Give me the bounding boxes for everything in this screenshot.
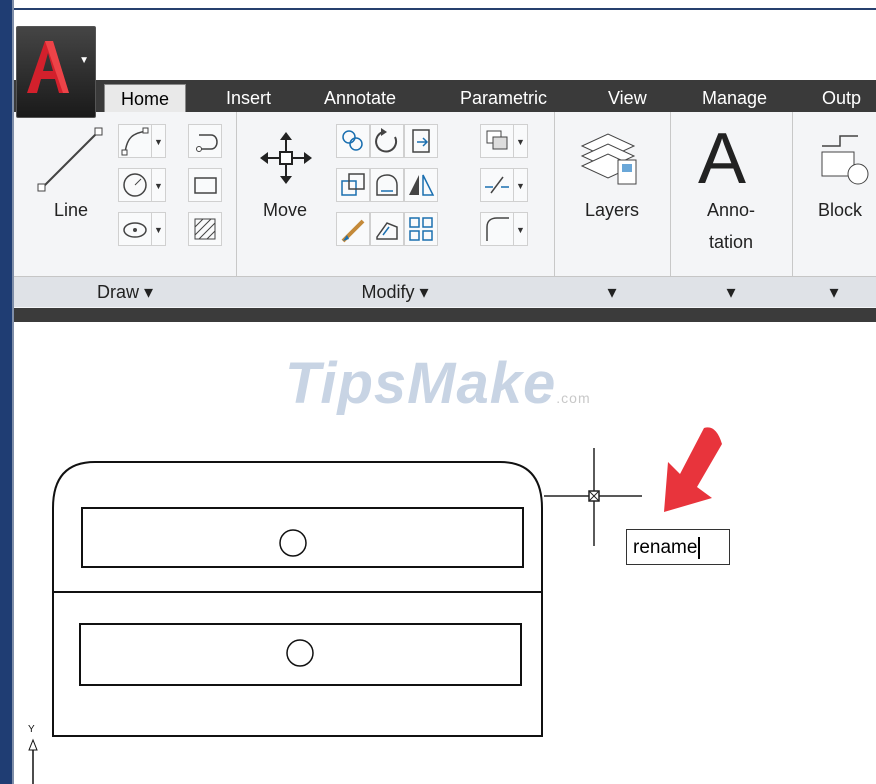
tab-manage[interactable]: Manage (702, 84, 767, 112)
array-icon (409, 217, 433, 241)
dresser-outline (52, 461, 543, 737)
scale-button[interactable] (336, 212, 370, 246)
tab-parametric[interactable]: Parametric (460, 84, 547, 112)
mirror-button[interactable] (404, 168, 438, 202)
rectangle-icon (194, 177, 217, 194)
draw-panel-title: Draw (96, 282, 139, 302)
drawing-geometry: Y (28, 427, 722, 784)
draw-panel-footer[interactable]: Draw ▾ (14, 276, 236, 307)
trim-icon (412, 129, 430, 153)
block-panel-footer[interactable]: ▾ (792, 276, 876, 307)
ellipse-button[interactable] (118, 212, 152, 246)
tab-view[interactable]: View (608, 84, 647, 112)
polyline-button[interactable] (118, 124, 152, 158)
draworder-button[interactable] (480, 124, 514, 158)
move-tool-icon (260, 132, 312, 184)
hatch-button[interactable] (188, 212, 222, 246)
ucs-icon (28, 738, 38, 784)
rotate-button[interactable] (370, 124, 404, 158)
spline-button[interactable] (188, 124, 222, 158)
dynamic-input-field[interactable]: rename (626, 529, 730, 565)
ellipse-icon (123, 222, 147, 238)
layers-panel-footer[interactable]: ▾ (554, 276, 670, 307)
modify-panel-footer[interactable]: Modify ▾ (236, 276, 554, 307)
modify-panel-title: Modify (361, 282, 415, 302)
break-button[interactable] (480, 168, 514, 202)
trim-button[interactable] (404, 124, 438, 158)
layers-icon (580, 133, 637, 185)
array-button[interactable] (404, 212, 438, 246)
ellipse-dropdown-icon[interactable]: ▼ (152, 212, 166, 246)
copy-button[interactable] (336, 124, 370, 158)
tab-insert[interactable]: Insert (226, 84, 271, 112)
rotate-icon (375, 128, 398, 153)
chevron-down-icon: ▾ (829, 282, 839, 302)
fillet-button[interactable] (370, 168, 404, 202)
command-input-text: rename (633, 537, 698, 558)
block-icon (821, 135, 869, 185)
title-bar (14, 8, 876, 90)
annotation-text-icon: A (698, 119, 747, 199)
layers-label: Layers (584, 200, 640, 220)
block-label: Block (818, 200, 863, 220)
hatch-icon (194, 218, 216, 240)
circle-button[interactable] (118, 168, 152, 202)
chevron-down-icon: ▾ (607, 282, 617, 302)
stretch-button[interactable] (336, 168, 370, 202)
mirror-icon (409, 174, 435, 196)
break-dropdown-icon[interactable]: ▼ (514, 168, 528, 202)
chamfer-icon (486, 217, 509, 241)
autocad-logo-icon (27, 41, 69, 93)
draworder-icon (486, 130, 508, 150)
scale-icon (341, 219, 365, 243)
tab-home[interactable]: Home (104, 84, 187, 113)
polyline-icon (121, 127, 149, 156)
text-caret (698, 536, 701, 559)
chamfer-dropdown-icon[interactable]: ▼ (514, 212, 528, 246)
tab-annotate[interactable]: Annotate (324, 84, 396, 112)
drawer-bottom (79, 623, 522, 686)
drawer-top-knob (279, 529, 307, 557)
offset-button[interactable] (370, 212, 404, 246)
annotation-label-line1: Anno- (706, 200, 756, 220)
ribbon-drawing-separator (14, 308, 876, 322)
circle-icon (123, 173, 147, 197)
annotation-panel-footer[interactable]: ▾ (670, 276, 792, 307)
circle-dropdown-icon[interactable]: ▼ (152, 168, 166, 202)
break-icon (485, 176, 509, 194)
annotation-label-line2: tation (708, 232, 754, 252)
red-arrow-icon (664, 427, 722, 512)
drawer-bottom-knob (286, 639, 314, 667)
spline-icon (196, 134, 218, 152)
application-menu-button[interactable]: ▼ (16, 26, 96, 118)
polyline-dropdown-icon[interactable]: ▼ (152, 124, 166, 158)
copy-icon (342, 130, 363, 151)
line-tool-icon (37, 127, 103, 192)
move-button-label[interactable]: Move (254, 200, 316, 221)
rectangle-button[interactable] (188, 168, 222, 202)
chevron-down-icon: ▾ (726, 282, 736, 302)
chamfer-button[interactable] (480, 212, 514, 246)
draworder-dropdown-icon[interactable]: ▼ (514, 124, 528, 158)
tab-output[interactable]: Outp (822, 84, 861, 112)
chevron-down-icon: ▼ (79, 55, 89, 66)
stretch-icon (341, 173, 365, 196)
fillet-icon (376, 174, 398, 196)
line-button-label[interactable]: Line (46, 200, 96, 221)
offset-icon (376, 222, 398, 240)
drawer-top (81, 507, 524, 568)
ucs-y-label: Y (28, 724, 35, 735)
